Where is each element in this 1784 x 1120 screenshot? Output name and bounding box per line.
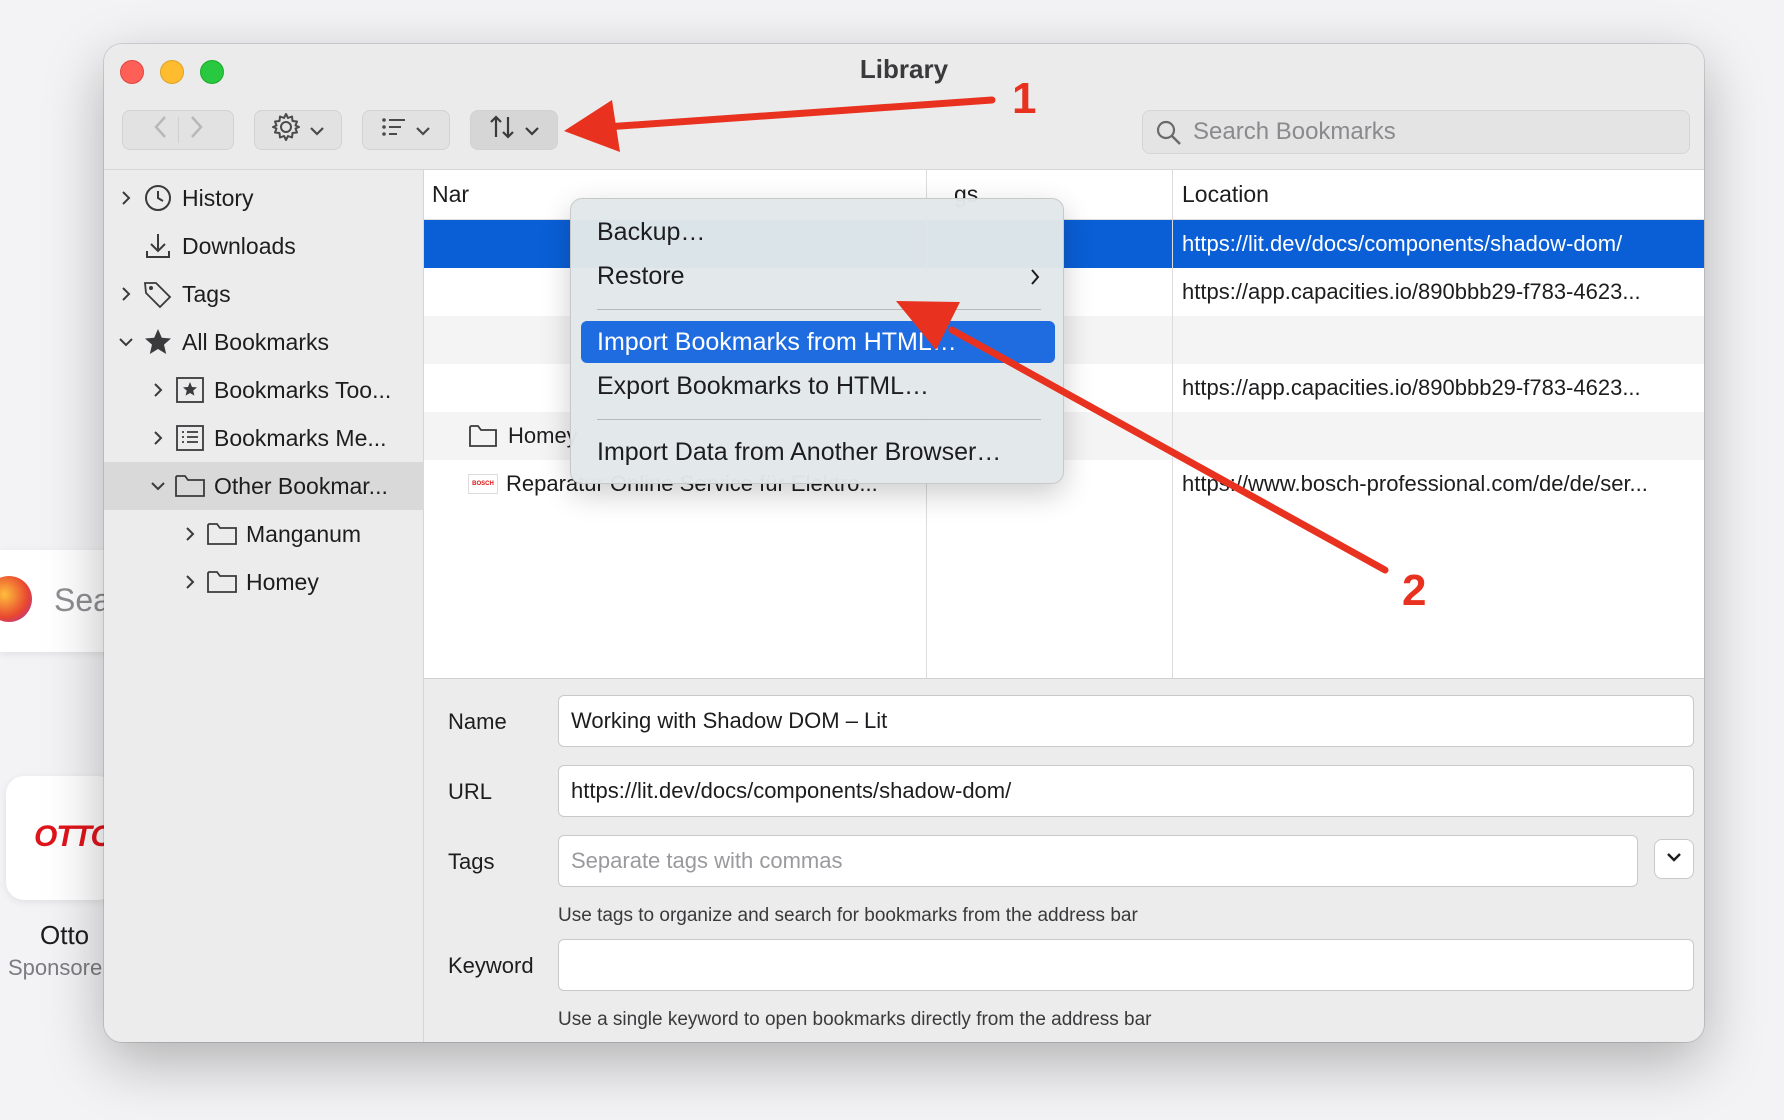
- chevron-down-icon[interactable]: [116, 332, 136, 352]
- name-label: Name: [448, 709, 507, 734]
- sidebar-item-label: Bookmarks Me...: [214, 424, 387, 451]
- titlebar: Library: [104, 44, 1704, 170]
- bosch-favicon: BOSCH: [468, 474, 498, 494]
- back-forward-buttons: [122, 110, 234, 150]
- chevron-down-icon: [524, 117, 540, 143]
- star-icon: [142, 326, 174, 358]
- gear-icon: [271, 112, 301, 148]
- sidebar-item-label: Other Bookmar...: [214, 472, 388, 499]
- search-bookmarks-field[interactable]: [1142, 110, 1690, 154]
- list-icon: [381, 116, 407, 144]
- menu-item-export-html[interactable]: Export Bookmarks to HTML…: [581, 365, 1055, 407]
- annotation-number-2: 2: [1402, 566, 1427, 615]
- sidebar-item-label: Manganum: [246, 520, 362, 547]
- row-location: https://lit.dev/docs/components/shadow-d…: [1182, 231, 1623, 256]
- folder-icon: [206, 518, 238, 550]
- menu-separator: [597, 419, 1041, 420]
- sidebar-item-label: Bookmarks Too...: [214, 376, 392, 403]
- tags-label: Tags: [448, 849, 495, 874]
- url-label: URL: [448, 779, 493, 804]
- chevron-right-icon[interactable]: [116, 284, 136, 304]
- annotation-number-1: 1: [1012, 74, 1037, 123]
- name-field[interactable]: [558, 695, 1694, 747]
- sidebar-item-homey[interactable]: Homey: [104, 558, 424, 606]
- folder-icon: [468, 424, 498, 448]
- sidebar-item-label: All Bookmarks: [182, 328, 329, 355]
- sidebar-item-tags[interactable]: Tags: [104, 270, 424, 318]
- background-otto-tile: OTTO: [6, 776, 116, 900]
- menu-separator: [597, 309, 1041, 310]
- row-location: https://app.capacities.io/890bbb29-f783-…: [1182, 279, 1641, 304]
- sidebar-item-all-bookmarks[interactable]: All Bookmarks: [104, 318, 424, 366]
- sidebar: History Downloads Tags All Bookmarks Boo…: [104, 170, 424, 1042]
- download-icon: [142, 230, 174, 262]
- chevron-down-icon: [1666, 850, 1682, 868]
- row-location: https://www.bosch-professional.com/de/de…: [1182, 471, 1648, 496]
- chevron-down-icon: [309, 117, 325, 143]
- sidebar-item-bookmarks-toolbar[interactable]: Bookmarks Too...: [104, 366, 424, 414]
- tags-hint: Use tags to organize and search for book…: [558, 905, 1138, 926]
- keyword-label: Keyword: [448, 953, 534, 978]
- otto-sponsored-label: Sponsore: [8, 955, 103, 980]
- sidebar-item-label: Tags: [182, 280, 231, 307]
- chevron-right-icon[interactable]: [148, 380, 168, 400]
- sidebar-item-label: Downloads: [182, 232, 296, 259]
- sidebar-item-label: History: [182, 184, 254, 211]
- menu-item-restore[interactable]: Restore: [581, 255, 1055, 297]
- bookmarks-menu-icon: [174, 422, 206, 454]
- otto-label: Otto: [40, 920, 90, 950]
- sidebar-item-downloads[interactable]: Downloads: [104, 222, 424, 270]
- otto-logo: OTTO: [34, 820, 114, 853]
- sidebar-item-bookmarks-menu[interactable]: Bookmarks Me...: [104, 414, 424, 462]
- chevron-right-icon[interactable]: [180, 572, 200, 592]
- sidebar-item-history[interactable]: History: [104, 174, 424, 222]
- folder-icon: [206, 566, 238, 598]
- bookmarks-toolbar-icon: [174, 374, 206, 406]
- chevron-down-icon: [415, 117, 431, 143]
- forward-icon[interactable]: [187, 114, 205, 146]
- row-location: [1182, 412, 1702, 460]
- chevron-down-icon[interactable]: [148, 476, 168, 496]
- search-input[interactable]: [1193, 111, 1673, 153]
- views-button[interactable]: [362, 110, 450, 150]
- bookmark-details: Name URL Tags Use tags to organize and s…: [424, 678, 1704, 1042]
- sort-arrows-icon: [488, 113, 516, 147]
- tag-icon: [142, 278, 174, 310]
- sidebar-item-other-bookmarks[interactable]: Other Bookmar...: [104, 462, 424, 510]
- window-title: Library: [859, 54, 949, 84]
- firefox-logo-icon: [0, 576, 32, 622]
- background-search-text: Sea: [54, 582, 111, 618]
- tags-dropdown-button[interactable]: [1654, 839, 1694, 879]
- chevron-right-icon[interactable]: [116, 188, 136, 208]
- chevron-right-icon[interactable]: [148, 428, 168, 448]
- row-location: https://app.capacities.io/890bbb29-f783-…: [1182, 375, 1641, 400]
- search-icon: [1155, 119, 1183, 152]
- sidebar-item-manganum[interactable]: Manganum: [104, 510, 424, 558]
- url-field[interactable]: [558, 765, 1694, 817]
- organize-button[interactable]: [254, 110, 342, 150]
- column-header-location[interactable]: Location: [1172, 170, 1704, 220]
- library-window: Library Search Bookmarks History Downloa…: [104, 44, 1704, 1042]
- keyword-field[interactable]: [558, 939, 1694, 991]
- sidebar-item-label: Homey: [246, 568, 319, 595]
- back-icon[interactable]: [152, 114, 170, 146]
- menu-item-import-html[interactable]: Import Bookmarks from HTML…: [581, 321, 1055, 363]
- tags-field[interactable]: [558, 835, 1638, 887]
- row-location: [1182, 316, 1702, 364]
- import-backup-menu: Backup… Restore Import Bookmarks from HT…: [570, 198, 1064, 484]
- chevron-right-icon: [1029, 265, 1041, 294]
- import-backup-button[interactable]: [470, 110, 558, 150]
- folder-icon: [174, 470, 206, 502]
- keyword-hint: Use a single keyword to open bookmarks d…: [558, 1009, 1152, 1030]
- menu-item-backup[interactable]: Backup…: [581, 211, 1055, 253]
- chevron-right-icon[interactable]: [180, 524, 200, 544]
- menu-item-import-browser[interactable]: Import Data from Another Browser…: [581, 431, 1055, 473]
- clock-icon: [142, 182, 174, 214]
